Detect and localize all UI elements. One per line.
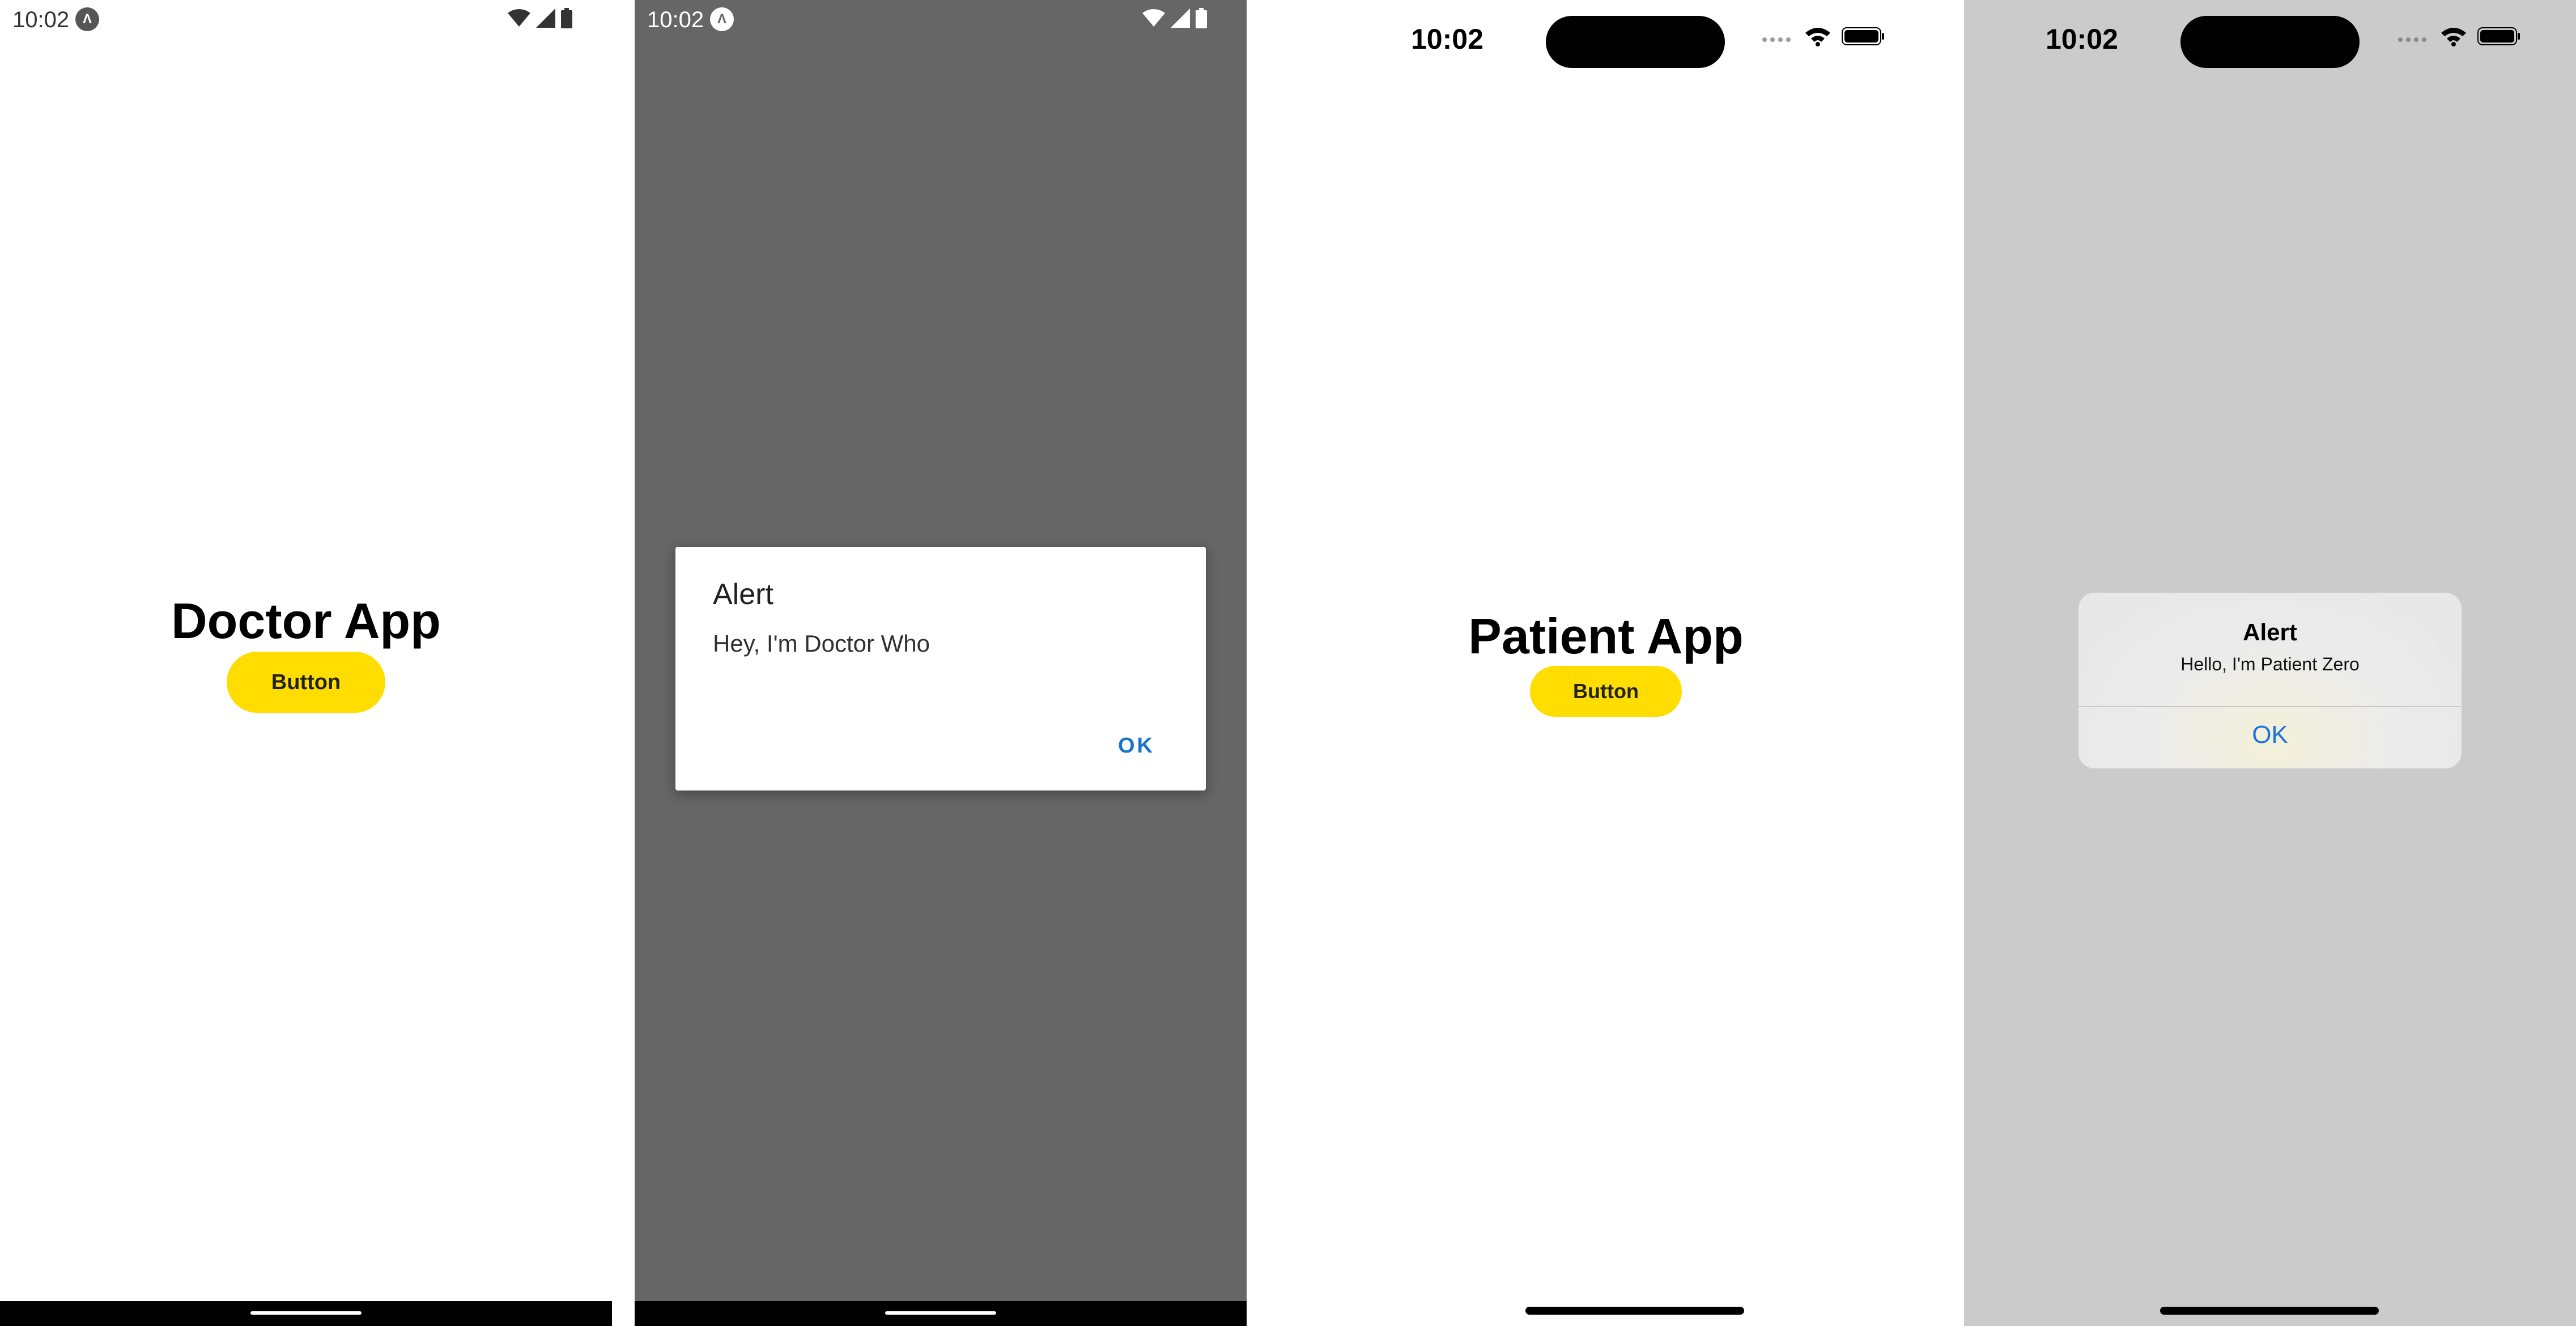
cellular-signal-icon [1762, 37, 1791, 42]
alert-ok-button[interactable]: OK [1118, 734, 1155, 758]
wifi-icon [1805, 28, 1830, 46]
cellular-signal-icon [1171, 8, 1190, 28]
wifi-icon [1142, 9, 1165, 27]
status-time: 10:02 [2046, 23, 2118, 55]
doctor-app-android-screen: 10:02 Λ Doctor App Button [0, 0, 612, 1326]
expo-icon: Λ [75, 7, 99, 31]
navigation-bar [635, 1301, 1247, 1326]
alert-title: Alert [2243, 619, 2297, 645]
home-indicator[interactable] [2160, 1307, 2379, 1315]
battery-icon [561, 8, 572, 28]
status-time: 10:02 [12, 7, 70, 32]
cellular-signal-icon [536, 8, 555, 28]
app-title: Patient App [1468, 608, 1744, 664]
app-title: Doctor App [171, 593, 441, 649]
primary-button[interactable]: Button [1530, 666, 1682, 717]
alert-title: Alert [713, 578, 773, 611]
main-content: Doctor App Button [0, 593, 612, 713]
gesture-handle[interactable] [885, 1311, 996, 1315]
expo-icon: Λ [710, 7, 734, 31]
doctor-app-android-alert-screen: 10:02 Λ Alert Hey, I'm Doctor Who OK [635, 0, 1247, 1326]
status-icons [2397, 26, 2520, 46]
alert-dialog: Alert Hey, I'm Doctor Who OK [675, 547, 1206, 790]
alert-message: Hello, I'm Patient Zero [2180, 654, 2360, 674]
battery-icon [2477, 27, 2520, 45]
home-indicator[interactable] [1525, 1307, 1744, 1315]
dynamic-island [2180, 16, 2360, 68]
battery-icon [1196, 8, 1207, 28]
status-icons [508, 8, 572, 28]
alert-divider [2078, 706, 2462, 707]
dynamic-island [1546, 16, 1725, 68]
patient-app-ios-alert-screen: 10:02 Alert Hello, I'm Patient Zero OK [1964, 0, 2576, 1326]
navigation-bar [0, 1301, 612, 1326]
status-time: 10:02 [647, 7, 704, 32]
gesture-handle[interactable] [250, 1311, 362, 1315]
status-time: 10:02 [1411, 23, 1483, 55]
patient-app-ios-screen: 10:02 Patient App Button [1248, 0, 1964, 1326]
wifi-icon [508, 9, 530, 27]
primary-button[interactable]: Button [227, 652, 385, 713]
main-content: Patient App Button [1248, 608, 1964, 717]
cellular-signal-icon [2398, 37, 2426, 42]
alert-message: Hey, I'm Doctor Who [713, 630, 930, 657]
panel-separator [612, 0, 635, 1326]
status-icons [1761, 26, 1885, 46]
status-icons [1142, 8, 1207, 28]
alert-dialog: Alert Hello, I'm Patient Zero OK [2078, 593, 2462, 768]
battery-icon [1842, 27, 1884, 45]
status-bar: 10:02 Λ [635, 0, 1247, 40]
wifi-icon [2441, 28, 2466, 46]
alert-ok-button[interactable]: OK [2078, 721, 2462, 749]
status-bar: 10:02 Λ [0, 0, 612, 40]
